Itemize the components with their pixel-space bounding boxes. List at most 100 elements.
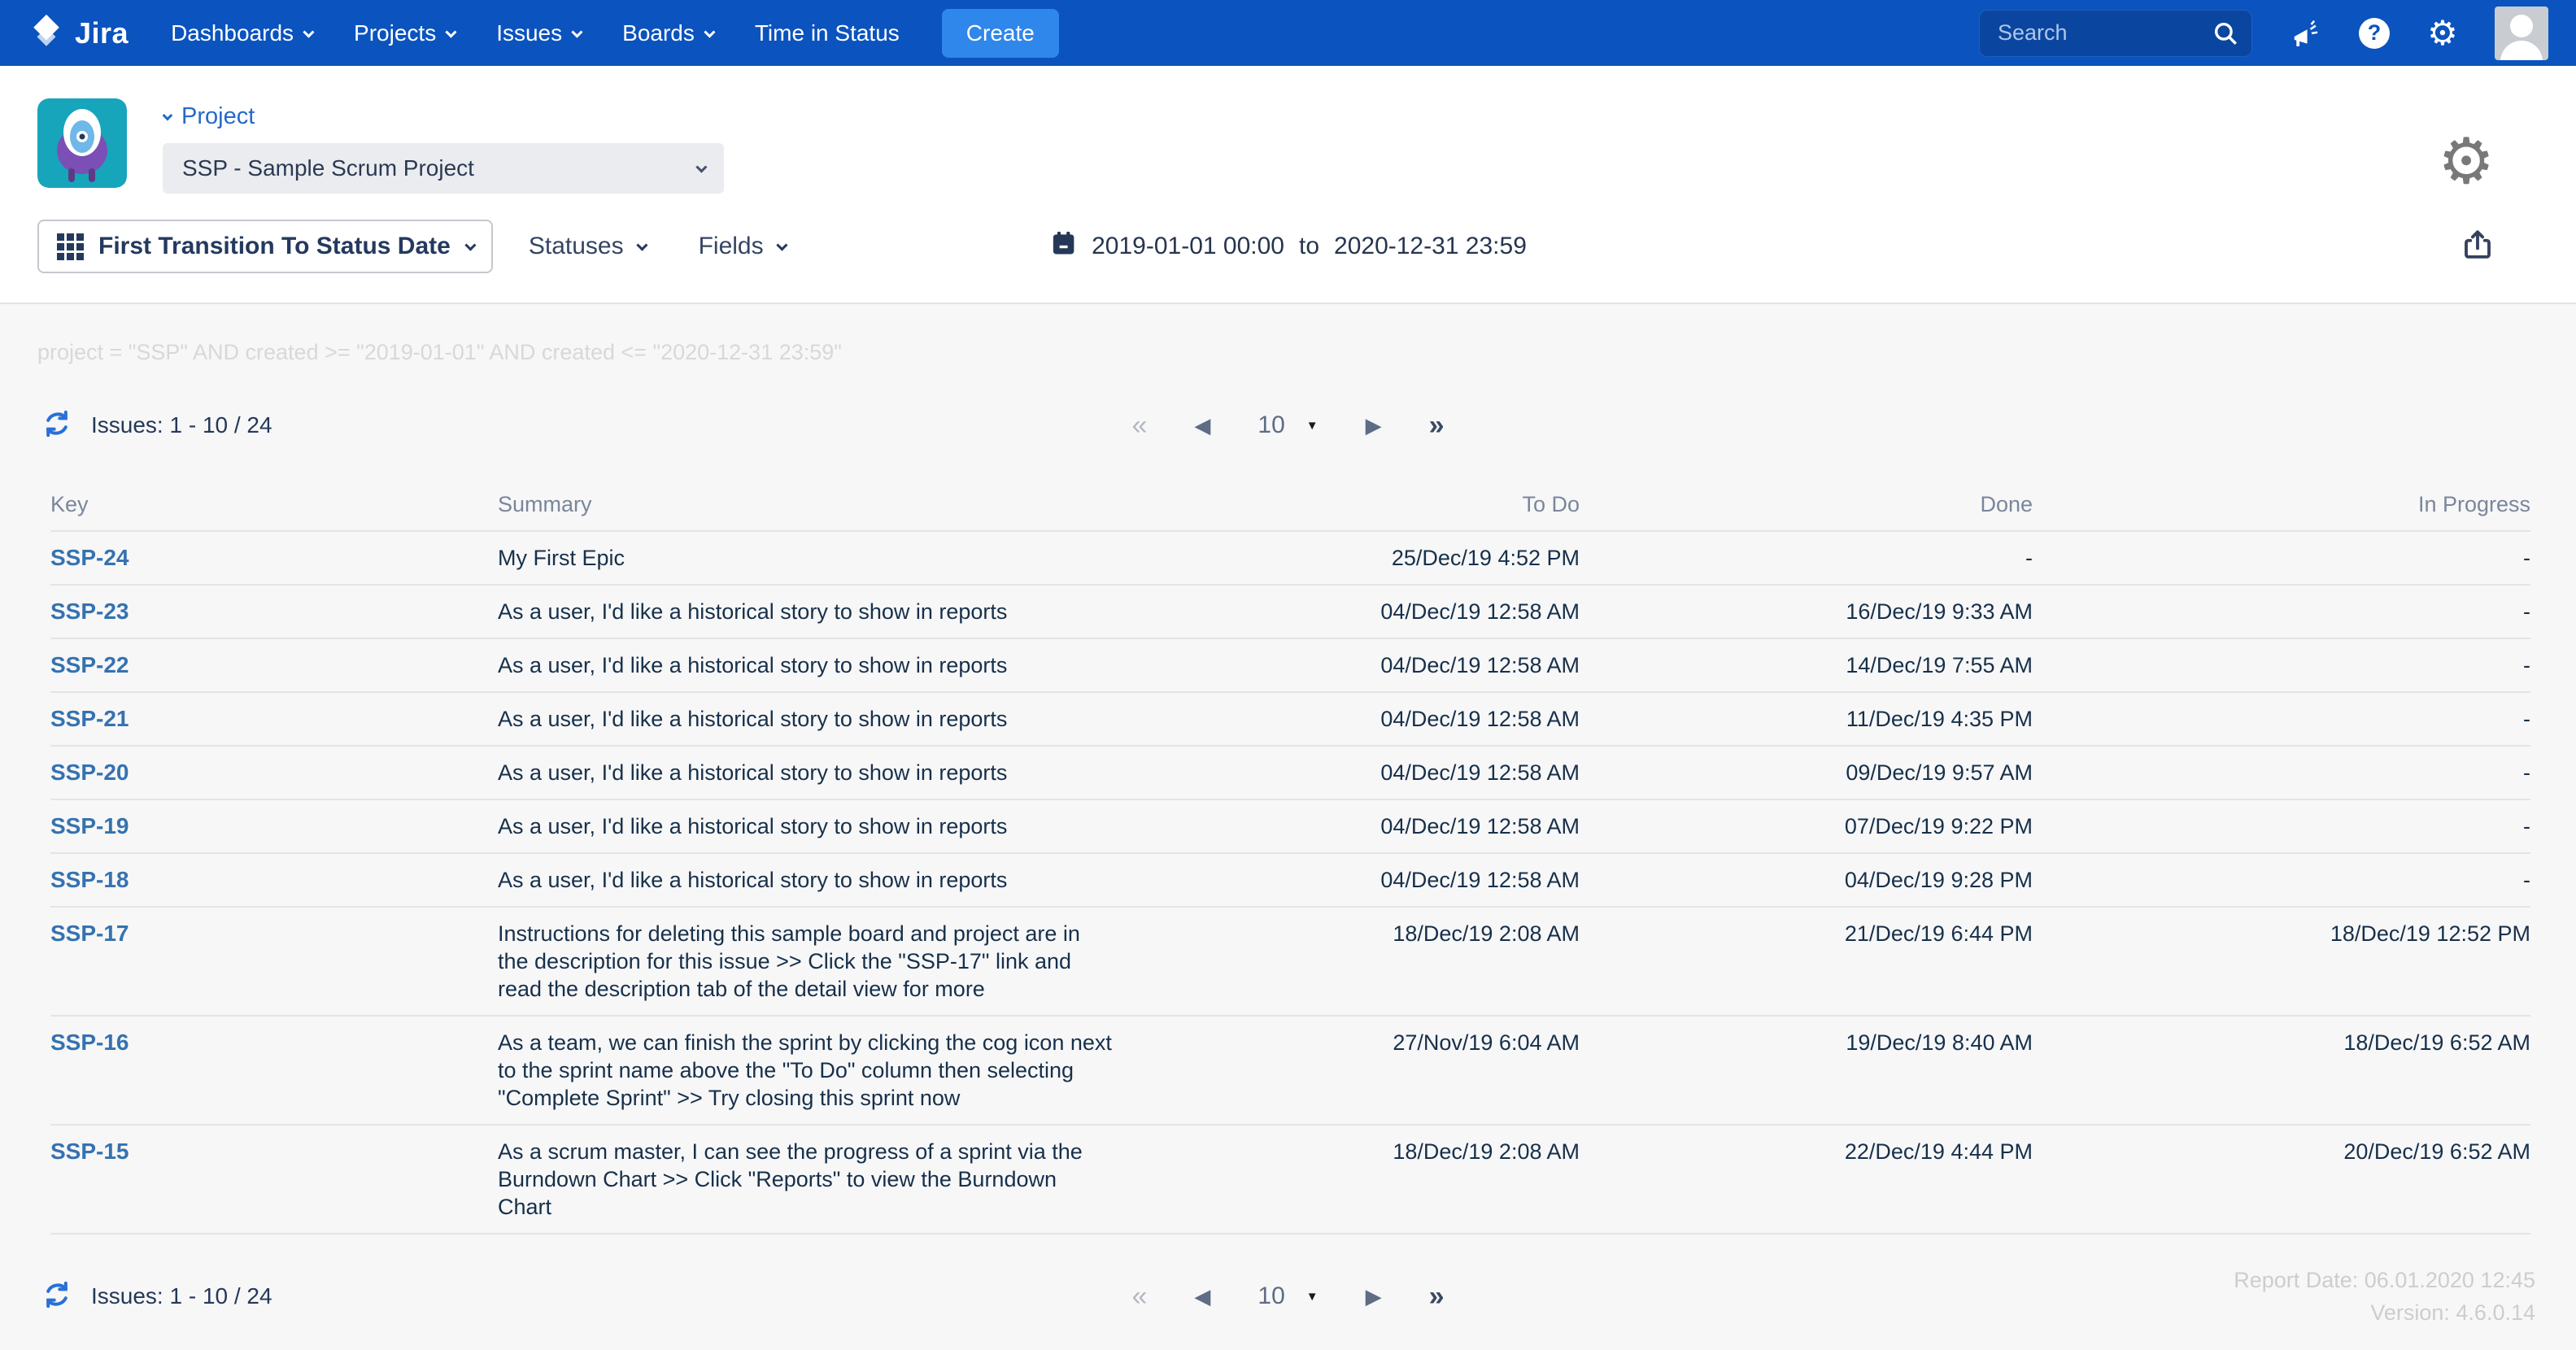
project-section-toggle[interactable]: Project: [162, 103, 724, 130]
last-page-icon[interactable]: »: [1429, 1282, 1445, 1310]
date-type-dropdown[interactable]: First Transition To Status Date: [37, 220, 493, 273]
todo-cell: 04/Dec/19 12:58 AM: [1380, 653, 1580, 677]
page-size-select[interactable]: 10 ▼: [1257, 1282, 1318, 1310]
search-icon[interactable]: [2212, 20, 2239, 51]
project-select[interactable]: SSP - Sample Scrum Project: [163, 143, 724, 194]
refresh-icon[interactable]: [41, 1278, 73, 1315]
user-avatar[interactable]: [2495, 6, 2548, 60]
issue-key-link[interactable]: SSP-24: [50, 545, 129, 570]
col-done[interactable]: Done: [1580, 492, 2033, 517]
nav-item-boards[interactable]: Boards: [622, 20, 716, 46]
date-separator: to: [1298, 233, 1320, 259]
in-progress-cell: -: [2523, 546, 2530, 570]
issues-count-label: Issues: 1 - 10 / 24: [91, 1283, 272, 1309]
table-row: SSP-22 As a user, I'd like a historical s…: [50, 639, 2530, 693]
chevron-down-icon: [775, 239, 788, 251]
todo-cell: 25/Dec/19 4:52 PM: [1391, 546, 1580, 570]
jira-logo-icon: [28, 12, 65, 54]
nav-icon-group: ? ⚙: [2290, 6, 2548, 60]
issue-key-link[interactable]: SSP-21: [50, 706, 129, 731]
todo-cell: 04/Dec/19 12:58 AM: [1380, 868, 1580, 892]
todo-cell: 18/Dec/19 2:08 AM: [1393, 1139, 1580, 1164]
issue-key-link[interactable]: SSP-16: [50, 1030, 129, 1055]
nav-item-dashboards[interactable]: Dashboards: [171, 20, 315, 46]
report-settings-gear-icon[interactable]: ⚙: [2438, 129, 2495, 193]
col-in-progress[interactable]: In Progress: [2033, 492, 2530, 517]
key-cell: SSP-23: [50, 598, 498, 625]
last-page-icon[interactable]: »: [1429, 412, 1445, 439]
issue-key-link[interactable]: SSP-15: [50, 1139, 129, 1164]
col-summary[interactable]: Summary: [498, 492, 1149, 517]
calendar-icon: [1049, 229, 1077, 263]
date-from[interactable]: 2019-01-01 00:00: [1092, 233, 1284, 260]
issue-key-link[interactable]: SSP-17: [50, 921, 129, 946]
gear-icon[interactable]: ⚙: [2426, 15, 2459, 50]
in-progress-cell: -: [2523, 814, 2530, 838]
summary-cell: As a user, I'd like a historical story t…: [498, 868, 1008, 892]
nav-item-time-in-status[interactable]: Time in Status: [755, 20, 900, 46]
issues-bar-bottom: Issues: 1 - 10 / 24 « ◀ 10 ▼ ▶ » Report …: [41, 1268, 2535, 1325]
nav-item-projects[interactable]: Projects: [354, 20, 457, 46]
chevron-down-icon: [464, 239, 477, 251]
done-cell: 21/Dec/19 6:44 PM: [1844, 921, 2033, 946]
chevron-down-icon: [303, 26, 315, 38]
in-progress-cell: 20/Dec/19 6:52 AM: [2343, 1139, 2530, 1164]
brand-name: Jira: [75, 15, 129, 50]
nav-item-issues[interactable]: Issues: [496, 20, 583, 46]
nav-item-label: Time in Status: [754, 20, 900, 46]
table-row: SSP-20 As a user, I'd like a historical s…: [50, 747, 2530, 800]
next-page-icon[interactable]: ▶: [1366, 415, 1382, 436]
chevron-down-icon: [162, 110, 173, 121]
issue-key-link[interactable]: SSP-18: [50, 867, 129, 892]
page-size-select[interactable]: 10 ▼: [1257, 412, 1318, 439]
table-row: SSP-15 As a scrum master, I can see the p…: [50, 1126, 2530, 1235]
summary-cell: As a user, I'd like a historical story t…: [498, 814, 1008, 838]
date-range[interactable]: 2019-01-01 00:00 to 2020-12-31 23:59: [1049, 229, 1527, 263]
refresh-icon[interactable]: [41, 407, 73, 444]
first-page-icon[interactable]: «: [1131, 412, 1147, 439]
statuses-dropdown[interactable]: Statuses: [529, 233, 648, 260]
table-row: SSP-18 As a user, I'd like a historical s…: [50, 854, 2530, 908]
todo-cell: 27/Nov/19 6:04 AM: [1393, 1030, 1580, 1055]
todo-cell: 04/Dec/19 12:58 AM: [1380, 760, 1580, 785]
help-icon[interactable]: ?: [2358, 17, 2391, 50]
first-page-icon[interactable]: «: [1131, 1282, 1147, 1310]
prev-page-icon[interactable]: ◀: [1194, 1286, 1210, 1307]
date-to[interactable]: 2020-12-31 23:59: [1334, 233, 1527, 260]
summary-cell: As a user, I'd like a historical story t…: [498, 599, 1008, 624]
col-key[interactable]: Key: [50, 492, 498, 517]
nav-item-label: Dashboards: [171, 20, 294, 46]
summary-cell: As a user, I'd like a historical story t…: [498, 653, 1008, 677]
project-section-label: Project: [181, 103, 255, 129]
summary-cell: As a user, I'd like a historical story t…: [498, 707, 1008, 731]
in-progress-cell: -: [2523, 760, 2530, 785]
export-icon[interactable]: [2460, 228, 2495, 266]
prev-page-icon[interactable]: ◀: [1194, 415, 1210, 436]
in-progress-cell: -: [2523, 599, 2530, 624]
create-button[interactable]: Create: [941, 8, 1059, 58]
done-cell: 11/Dec/19 4:35 PM: [1846, 707, 2033, 731]
issue-key-link[interactable]: SSP-19: [50, 813, 129, 838]
table-row: SSP-19 As a user, I'd like a historical s…: [50, 800, 2530, 854]
fields-dropdown[interactable]: Fields: [699, 233, 788, 260]
issue-key-link[interactable]: SSP-20: [50, 760, 129, 785]
in-progress-cell: -: [2523, 868, 2530, 892]
search-box: [1979, 9, 2252, 57]
date-type-label: First Transition To Status Date: [98, 233, 451, 259]
issues-bar-top: Issues: 1 - 10 / 24 « ◀ 10 ▼ ▶ »: [41, 401, 2535, 450]
key-cell: SSP-16: [50, 1029, 498, 1056]
key-cell: SSP-17: [50, 920, 498, 947]
key-cell: SSP-15: [50, 1138, 498, 1165]
issue-key-link[interactable]: SSP-22: [50, 652, 129, 677]
jira-brand[interactable]: Jira: [28, 12, 129, 54]
chevron-down-icon: [704, 26, 716, 38]
col-todo[interactable]: To Do: [1149, 492, 1580, 517]
issue-key-link[interactable]: SSP-23: [50, 599, 129, 624]
report-meta: Report Date: 06.01.2020 12:45 Version: 4…: [2234, 1264, 2535, 1329]
done-cell: 09/Dec/19 9:57 AM: [1846, 760, 2033, 785]
in-progress-cell: -: [2523, 653, 2530, 677]
chevron-down-icon: [635, 239, 648, 251]
project-select-value: SSP - Sample Scrum Project: [182, 155, 474, 181]
next-page-icon[interactable]: ▶: [1366, 1286, 1382, 1307]
feedback-megaphone-icon[interactable]: [2290, 17, 2322, 50]
